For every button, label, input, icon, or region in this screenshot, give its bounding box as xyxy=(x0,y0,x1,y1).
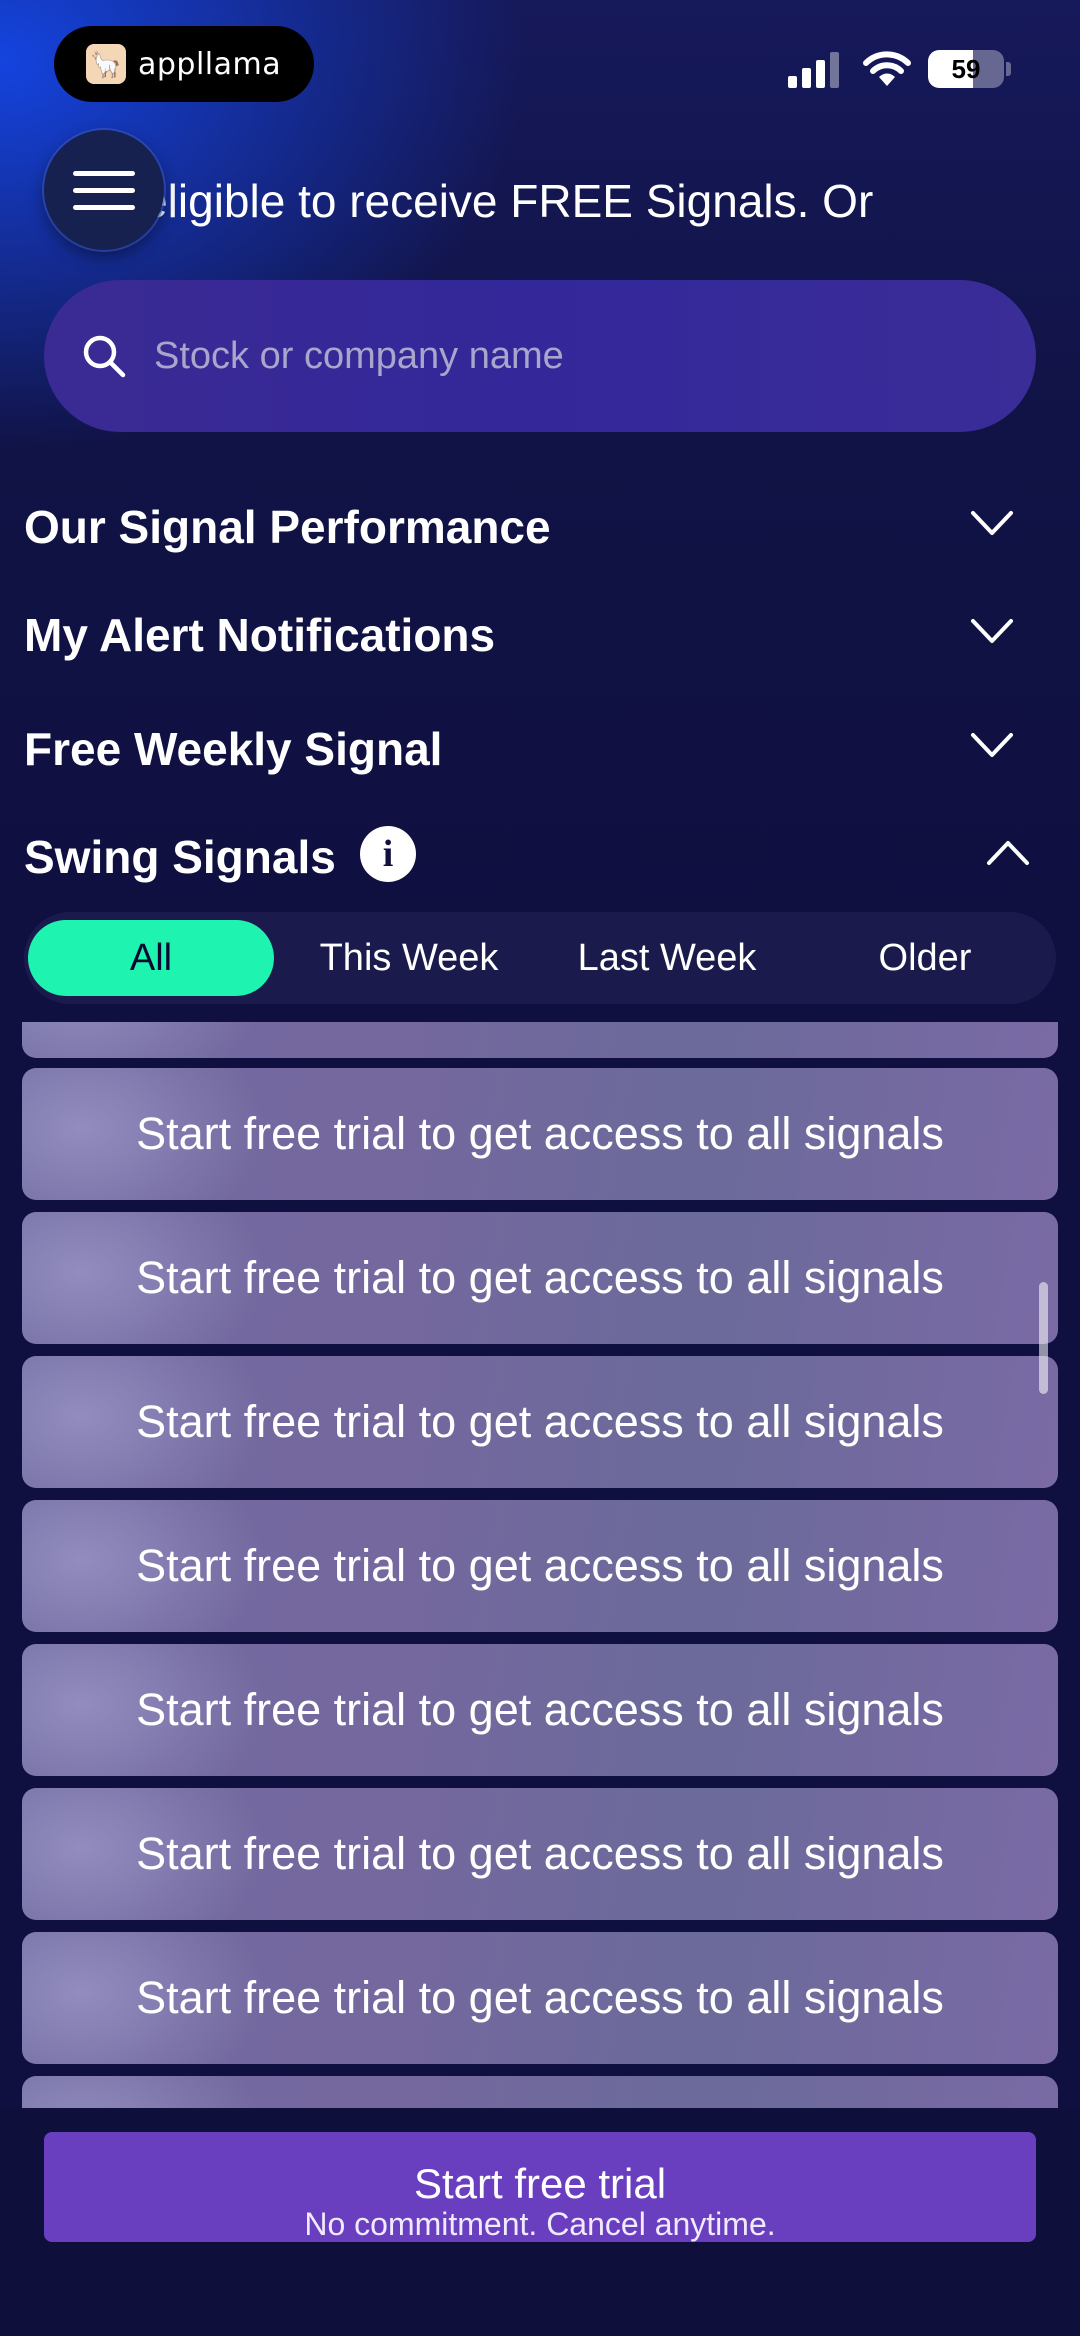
section-signal-performance[interactable]: Our Signal Performance xyxy=(0,488,1080,568)
chevron-down-icon[interactable] xyxy=(970,508,1014,538)
signal-card[interactable]: Start free trial to get access to all si… xyxy=(22,1788,1058,1920)
signal-card[interactable] xyxy=(22,2076,1058,2108)
battery-percent: 59 xyxy=(951,53,981,84)
cta-footer: Start free trial No commitment. Cancel a… xyxy=(0,2108,1080,2336)
search-icon xyxy=(83,335,126,378)
cta-sub-label: No commitment. Cancel anytime. xyxy=(304,2206,776,2242)
cta-label: Start free trial xyxy=(413,2160,667,2207)
section-title: Our Signal Performance xyxy=(24,501,551,553)
tab-all[interactable]: All xyxy=(28,920,274,996)
section-title: My Alert Notifications xyxy=(24,609,496,661)
section-free-weekly-signal[interactable]: Free Weekly Signal xyxy=(0,710,1080,790)
section-title: Swing Signals xyxy=(24,831,336,883)
chevron-down-icon[interactable] xyxy=(970,616,1014,646)
search-input[interactable] xyxy=(152,333,976,379)
section-swing-signals[interactable]: Swing Signals i xyxy=(0,818,1080,898)
signal-card[interactable]: Start free trial to get access to all si… xyxy=(22,1356,1058,1488)
tab-last-week[interactable]: Last Week xyxy=(544,920,790,996)
start-free-trial-button[interactable]: Start free trial No commitment. Cancel a… xyxy=(44,2132,1036,2242)
hamburger-icon xyxy=(73,187,135,193)
promo-ticker: You're eligible to receive FREE Signals.… xyxy=(110,168,1000,238)
wifi-icon xyxy=(863,51,911,86)
chevron-down-icon[interactable] xyxy=(970,730,1014,760)
hamburger-icon xyxy=(73,204,135,210)
promo-ticker-text: You're eligible to receive FREE Signals.… xyxy=(110,175,874,227)
tab-older[interactable]: Older xyxy=(802,920,1048,996)
signal-card[interactable]: Start free trial to get access to all si… xyxy=(22,1932,1058,2064)
signal-card[interactable] xyxy=(22,1022,1058,1058)
signal-card[interactable]: Start free trial to get access to all si… xyxy=(22,1500,1058,1632)
search-bar[interactable] xyxy=(44,280,1036,432)
signal-filter-tabs: All This Week Last Week Older xyxy=(24,912,1056,1004)
chevron-up-icon[interactable] xyxy=(986,838,1030,868)
tab-this-week[interactable]: This Week xyxy=(286,920,532,996)
battery-icon: 59 xyxy=(928,50,1004,88)
info-icon[interactable]: i xyxy=(360,826,416,882)
menu-button[interactable] xyxy=(44,130,164,250)
llama-logo-icon: 🦙 xyxy=(86,44,126,84)
signal-card[interactable]: Start free trial to get access to all si… xyxy=(22,1068,1058,1200)
cellular-signal-icon xyxy=(788,52,839,88)
hamburger-icon xyxy=(73,170,135,176)
signal-card[interactable]: Start free trial to get access to all si… xyxy=(22,1644,1058,1776)
section-title: Free Weekly Signal xyxy=(24,723,443,775)
signal-list[interactable]: Start free trial to get access to all si… xyxy=(0,1022,1080,2108)
battery-tip xyxy=(1006,62,1011,76)
app-name: appllama xyxy=(138,46,282,82)
app-pill[interactable]: 🦙 appllama xyxy=(54,26,314,102)
signal-card[interactable]: Start free trial to get access to all si… xyxy=(22,1212,1058,1344)
section-alert-notifications[interactable]: My Alert Notifications xyxy=(0,596,1080,676)
list-scrollbar[interactable] xyxy=(1039,1282,1048,1394)
